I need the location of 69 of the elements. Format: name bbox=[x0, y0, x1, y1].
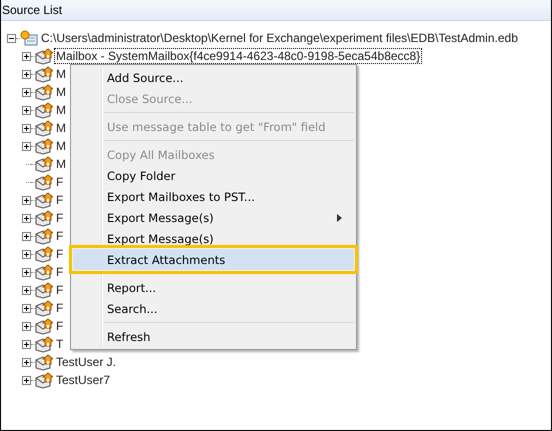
tree-item[interactable]: F bbox=[55, 247, 64, 261]
expand-icon[interactable] bbox=[22, 286, 31, 294]
envelope-house-icon bbox=[35, 156, 53, 172]
expand-icon[interactable] bbox=[22, 358, 31, 366]
envelope-house-icon bbox=[35, 102, 53, 118]
tree-item[interactable]: C:\Users\administrator\Desktop\Kernel for Exchange\experiment files\EDB\TestAdmin.edb bbox=[40, 31, 519, 45]
expand-icon[interactable] bbox=[22, 88, 31, 96]
envelope-house-icon bbox=[35, 264, 53, 280]
envelope-house-icon bbox=[35, 372, 53, 388]
menu-item[interactable]: Extract Attachments bbox=[73, 249, 354, 270]
expand-icon[interactable] bbox=[22, 376, 31, 384]
envelope-house-icon bbox=[35, 174, 53, 190]
envelope-house-icon bbox=[35, 138, 53, 154]
tree-item[interactable]: M bbox=[55, 157, 67, 171]
menu-item[interactable]: Export Mailboxes to PST... bbox=[73, 186, 354, 207]
tree-item[interactable]: TestUser7 bbox=[55, 373, 112, 387]
tree-item[interactable]: F bbox=[55, 229, 64, 243]
menu-item[interactable]: Report... bbox=[73, 277, 354, 298]
tree-item[interactable]: M bbox=[55, 85, 67, 99]
tree-item[interactable]: F bbox=[55, 301, 64, 315]
envelope-house-icon bbox=[35, 210, 53, 226]
tree-item[interactable]: M bbox=[55, 121, 67, 135]
expand-icon[interactable] bbox=[22, 142, 31, 150]
panel-title: Source List bbox=[1, 0, 551, 21]
menu-item[interactable]: Copy Folder bbox=[73, 165, 354, 186]
envelope-house-icon bbox=[35, 120, 53, 136]
envelope-house-icon bbox=[35, 282, 53, 298]
menu-item[interactable]: Export Message(s) bbox=[73, 228, 354, 249]
menu-item[interactable]: Add Source... bbox=[73, 67, 354, 88]
tree-item[interactable]: M bbox=[55, 67, 67, 81]
envelope-house-icon bbox=[35, 228, 53, 244]
envelope-house-icon bbox=[35, 84, 53, 100]
envelope-house-icon bbox=[35, 318, 53, 334]
tree-item[interactable]: F bbox=[55, 319, 64, 333]
tree-item[interactable]: M bbox=[55, 139, 67, 153]
tree-item[interactable]: F bbox=[55, 265, 64, 279]
expand-icon[interactable] bbox=[22, 250, 31, 258]
tree-item[interactable]: F bbox=[55, 175, 64, 189]
tree-item[interactable]: F bbox=[55, 283, 64, 297]
envelope-house-icon bbox=[35, 66, 53, 82]
tree-item[interactable]: F bbox=[55, 193, 64, 207]
expand-icon[interactable] bbox=[22, 214, 31, 222]
envelope-house-icon bbox=[35, 192, 53, 208]
tree-item[interactable]: M bbox=[55, 103, 67, 117]
envelope-house-icon bbox=[35, 48, 53, 64]
tree-item[interactable]: T bbox=[55, 337, 64, 351]
expand-icon[interactable] bbox=[22, 304, 31, 312]
tree-item[interactable]: TestUser J. bbox=[55, 355, 118, 369]
envelope-house-icon bbox=[35, 300, 53, 316]
tree-item[interactable]: Mailbox - SystemMailbox{f4ce9914-4623-48c0-9198-5eca54b8ecc8} bbox=[55, 49, 422, 63]
database-icon bbox=[20, 30, 38, 46]
menu-item[interactable]: Export Message(s) bbox=[73, 207, 354, 228]
envelope-house-icon bbox=[35, 336, 53, 352]
collapse-icon[interactable] bbox=[7, 34, 16, 42]
menu-item[interactable]: Search... bbox=[73, 298, 354, 319]
expand-icon[interactable] bbox=[22, 196, 31, 204]
envelope-house-icon bbox=[35, 354, 53, 370]
expand-icon[interactable] bbox=[22, 232, 31, 240]
expand-icon[interactable] bbox=[22, 322, 31, 330]
expand-icon[interactable] bbox=[22, 124, 31, 132]
expand-icon[interactable] bbox=[22, 268, 31, 276]
expand-icon[interactable] bbox=[22, 70, 31, 78]
menu-item[interactable]: Refresh bbox=[73, 326, 354, 347]
envelope-house-icon bbox=[35, 246, 53, 262]
submenu-arrow-icon bbox=[337, 214, 342, 222]
expand-icon[interactable] bbox=[22, 340, 31, 348]
expand-icon[interactable] bbox=[22, 106, 31, 114]
expand-icon[interactable] bbox=[22, 52, 31, 60]
tree-item[interactable]: F bbox=[55, 211, 64, 225]
